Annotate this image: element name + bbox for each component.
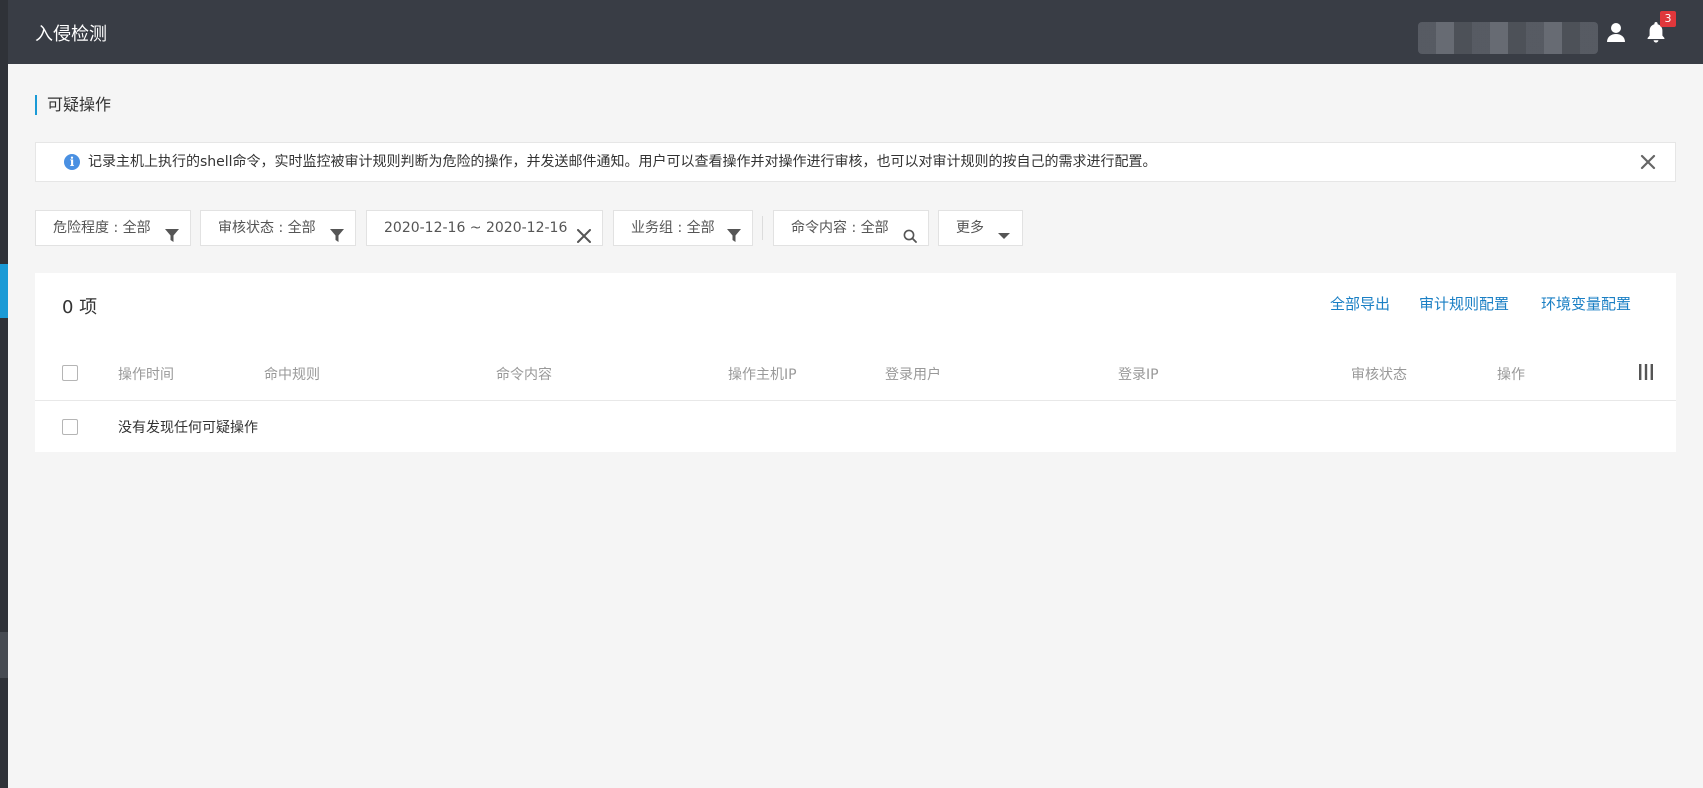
risk-level-filter-label: 危险程度 : 全部 — [53, 220, 151, 236]
info-icon: i — [64, 154, 80, 170]
filter-icon — [330, 222, 344, 242]
business-group-filter-label: 业务组 : 全部 — [631, 220, 715, 236]
table-header: 操作时间 命中规则 命令内容 操作主机IP 登录用户 登录IP 审核状态 操作 — [35, 345, 1676, 401]
close-icon[interactable] — [1639, 153, 1657, 171]
page-title: 可疑操作 — [35, 95, 111, 115]
filter-icon — [727, 222, 741, 242]
clear-date-icon[interactable] — [577, 222, 591, 243]
risk-level-filter[interactable]: 危险程度 : 全部 — [35, 210, 191, 246]
date-range-filter[interactable]: 2020-12-16 ~ 2020-12-16 — [366, 210, 603, 246]
business-group-filter[interactable]: 业务组 : 全部 — [613, 210, 753, 246]
user-icon[interactable] — [1604, 20, 1628, 44]
audit-rule-config-link[interactable]: 审计规则配置 — [1419, 293, 1509, 314]
filter-icon — [165, 222, 179, 242]
column-settings-icon[interactable] — [1637, 364, 1655, 380]
select-all-checkbox[interactable] — [62, 365, 78, 381]
column-header-actions: 操作 — [1497, 367, 1525, 383]
env-variable-config-link[interactable]: 环境变量配置 — [1541, 293, 1631, 314]
empty-state-text: 没有发现任何可疑操作 — [118, 420, 258, 436]
column-header-review-status[interactable]: 审核状态 — [1351, 364, 1407, 384]
column-header-operation-time[interactable]: 操作时间 — [118, 364, 174, 384]
date-range-value: 2020-12-16 ~ 2020-12-16 — [384, 220, 568, 236]
notification-badge: 3 — [1660, 11, 1676, 27]
left-nav-strip — [0, 0, 8, 788]
row-checkbox[interactable] — [62, 419, 78, 435]
review-status-filter[interactable]: 审核状态 : 全部 — [200, 210, 356, 246]
user-name-blurred — [1418, 22, 1598, 54]
command-content-filter[interactable]: 命令内容 : 全部 — [773, 210, 929, 246]
command-content-filter-label: 命令内容 : 全部 — [791, 220, 889, 236]
table-row: 没有发现任何可疑操作 — [35, 402, 1676, 452]
left-nav-item[interactable] — [0, 632, 8, 678]
filter-divider — [762, 216, 763, 240]
left-nav-active-indicator — [0, 264, 8, 318]
result-count: 0 项 — [62, 297, 98, 318]
more-filters-dropdown[interactable]: 更多 — [938, 210, 1023, 246]
column-header-login-user[interactable]: 登录用户 — [885, 364, 941, 384]
results-panel: 0 项 全部导出 审计规则配置 环境变量配置 操作时间 命中规则 命令内容 操作… — [35, 273, 1676, 452]
info-text: 记录主机上执行的shell命令，实时监控被审计规则判断为危险的操作，并发送邮件通… — [88, 154, 1157, 170]
column-header-command-content[interactable]: 命令内容 — [496, 364, 552, 384]
column-header-matched-rule[interactable]: 命中规则 — [264, 364, 320, 384]
caret-down-icon — [997, 222, 1011, 239]
top-bar: 入侵检测 3 — [8, 0, 1703, 64]
export-all-link[interactable]: 全部导出 — [1330, 293, 1390, 314]
column-header-host-ip[interactable]: 操作主机IP — [728, 364, 797, 384]
info-banner: i 记录主机上执行的shell命令，实时监控被审计规则判断为危险的操作，并发送邮… — [35, 142, 1676, 182]
app-title: 入侵检测 — [35, 24, 107, 45]
search-icon[interactable] — [903, 222, 917, 243]
review-status-filter-label: 审核状态 : 全部 — [218, 220, 316, 236]
column-header-login-ip[interactable]: 登录IP — [1118, 364, 1159, 384]
more-filters-label: 更多 — [956, 220, 984, 236]
